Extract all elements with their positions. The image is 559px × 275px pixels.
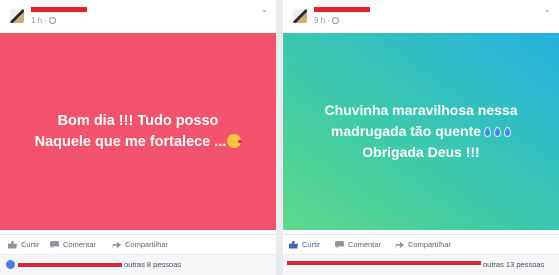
share-icon [112, 241, 121, 249]
reaction-names-redacted[interactable] [287, 261, 481, 265]
comment-icon [335, 240, 344, 249]
post-text: Chuvinha maravilhosa nessa madrugada tão… [324, 102, 518, 160]
post-content[interactable]: Bom dia !!! Tudo posso Naquele que me fo… [0, 33, 276, 230]
post-card: 9 h · ⌄ Chuvinha maravilhosa nessa madrug… [283, 0, 559, 275]
like-button[interactable]: Curtir [289, 240, 320, 249]
reactions-bar: outras 13 pessoas [283, 254, 559, 275]
post-header: 9 h · ⌄ [283, 0, 559, 33]
chevron-down-icon[interactable]: ⌄ [543, 4, 551, 15]
post-content[interactable]: Chuvinha maravilhosa nessa madrugada tão… [283, 33, 559, 230]
like-reaction-icon [6, 260, 15, 269]
avatar[interactable] [10, 9, 24, 23]
thumbs-up-icon [289, 240, 298, 249]
thumbs-up-icon [8, 240, 17, 249]
share-icon [395, 241, 404, 249]
share-button[interactable]: Compartilhar [112, 240, 168, 249]
comment-button[interactable]: Comentar [50, 240, 96, 249]
post-meta: 9 h · [314, 16, 339, 25]
reactions-count[interactable]: outras 13 pessoas [483, 260, 544, 269]
comment-icon [50, 240, 59, 249]
post-meta: 1 h · [31, 16, 56, 25]
reactions-bar: outras 8 pessoas [0, 254, 276, 275]
kissing-face-icon [227, 133, 243, 148]
avatar[interactable] [293, 9, 307, 23]
post-time[interactable]: 1 h [31, 16, 42, 25]
action-bar: Curtir Comentar Compartilhar [283, 234, 559, 252]
action-bar: Curtir Comentar Compartilhar [0, 234, 276, 252]
comment-button[interactable]: Comentar [335, 240, 381, 249]
chevron-down-icon[interactable]: ⌄ [260, 4, 268, 15]
reactions-count[interactable]: outras 8 pessoas [124, 260, 181, 269]
author-name-redacted[interactable] [314, 7, 370, 12]
droplet-icon [484, 127, 492, 137]
post-text: Bom dia !!! Tudo posso Naquele que me fo… [35, 111, 243, 153]
reaction-names-redacted[interactable] [18, 263, 122, 267]
post-header: 1 h · ⌄ [0, 0, 276, 33]
globe-icon [48, 17, 56, 24]
droplet-icon [504, 127, 512, 137]
author-name-redacted[interactable] [31, 7, 87, 12]
post-time[interactable]: 9 h [314, 16, 325, 25]
post-card: 1 h · ⌄ Bom dia !!! Tudo posso Naquele qu… [0, 0, 276, 275]
share-button[interactable]: Compartilhar [395, 240, 451, 249]
droplet-icon [494, 127, 502, 137]
globe-icon [331, 17, 339, 24]
like-button[interactable]: Curtir [8, 240, 39, 249]
